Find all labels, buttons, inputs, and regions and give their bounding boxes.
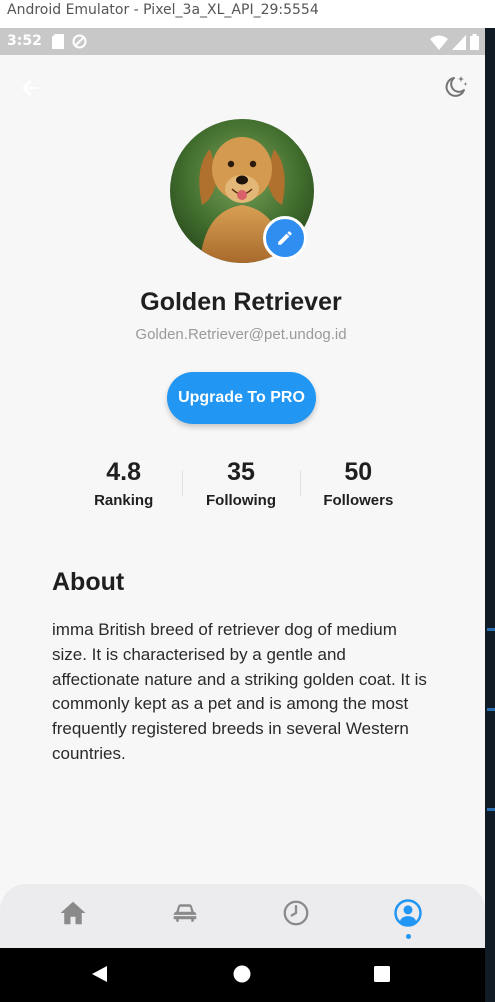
stat-label: Ranking xyxy=(94,492,154,509)
battery-icon xyxy=(470,34,479,54)
stat-followers[interactable]: 50 Followers xyxy=(299,456,417,516)
about-description: imma British breed of retriever dog of m… xyxy=(52,620,427,763)
upgrade-to-pro-button[interactable]: Upgrade To PRO xyxy=(167,372,316,424)
moon-stars-icon xyxy=(445,76,468,97)
circle-home-icon xyxy=(233,965,251,983)
status-time: 3:52 xyxy=(7,33,42,49)
square-recents-icon xyxy=(374,966,390,982)
emulator-side-panel xyxy=(485,28,495,1002)
stat-divider xyxy=(299,470,301,496)
stat-value: 50 xyxy=(344,458,373,486)
phone-screen: 3:52 Golden Retriever Golden.Retriever@p… xyxy=(0,28,485,1002)
system-home-button[interactable] xyxy=(232,964,252,989)
system-back-button[interactable] xyxy=(90,964,110,989)
stat-divider xyxy=(182,470,184,496)
pencil-icon xyxy=(278,231,292,245)
emulator-window-title: Android Emulator - Pixel_3a_XL_API_29:55… xyxy=(0,0,495,28)
home-icon xyxy=(60,901,86,925)
bottom-navigation xyxy=(0,884,485,948)
profile-name: Golden Retriever xyxy=(140,288,342,316)
system-navigation-bar xyxy=(0,948,485,1002)
stat-value: 35 xyxy=(227,458,255,486)
profile-icon xyxy=(394,899,422,927)
data-saver-icon xyxy=(72,34,87,53)
edit-avatar-button[interactable] xyxy=(263,216,307,260)
back-button[interactable] xyxy=(18,76,42,100)
active-tab-indicator xyxy=(406,934,411,939)
nav-home[interactable] xyxy=(53,898,93,934)
profile-stats: 4.8 Ranking 35 Following 50 Followers xyxy=(65,456,417,516)
stat-following[interactable]: 35 Following xyxy=(182,456,299,516)
nav-profile[interactable] xyxy=(388,898,428,934)
clock-icon xyxy=(283,900,309,926)
about-heading: About xyxy=(52,568,125,596)
dark-mode-toggle[interactable] xyxy=(443,74,469,100)
stat-ranking: 4.8 Ranking xyxy=(65,456,182,516)
stat-label: Followers xyxy=(323,492,394,509)
status-bar: 3:52 xyxy=(0,28,485,55)
nav-history[interactable] xyxy=(276,898,316,934)
system-recents-button[interactable] xyxy=(372,964,392,989)
stat-value: 4.8 xyxy=(106,458,142,486)
nav-vehicles[interactable] xyxy=(165,898,205,934)
wifi-icon xyxy=(430,35,448,54)
triangle-back-icon xyxy=(92,966,107,982)
profile-email: Golden.Retriever@pet.undog.id xyxy=(135,326,347,343)
arrow-left-icon xyxy=(22,80,38,96)
sd-card-icon xyxy=(52,34,64,53)
stat-label: Following xyxy=(206,492,276,509)
car-icon xyxy=(173,904,197,922)
signal-icon xyxy=(452,34,466,54)
